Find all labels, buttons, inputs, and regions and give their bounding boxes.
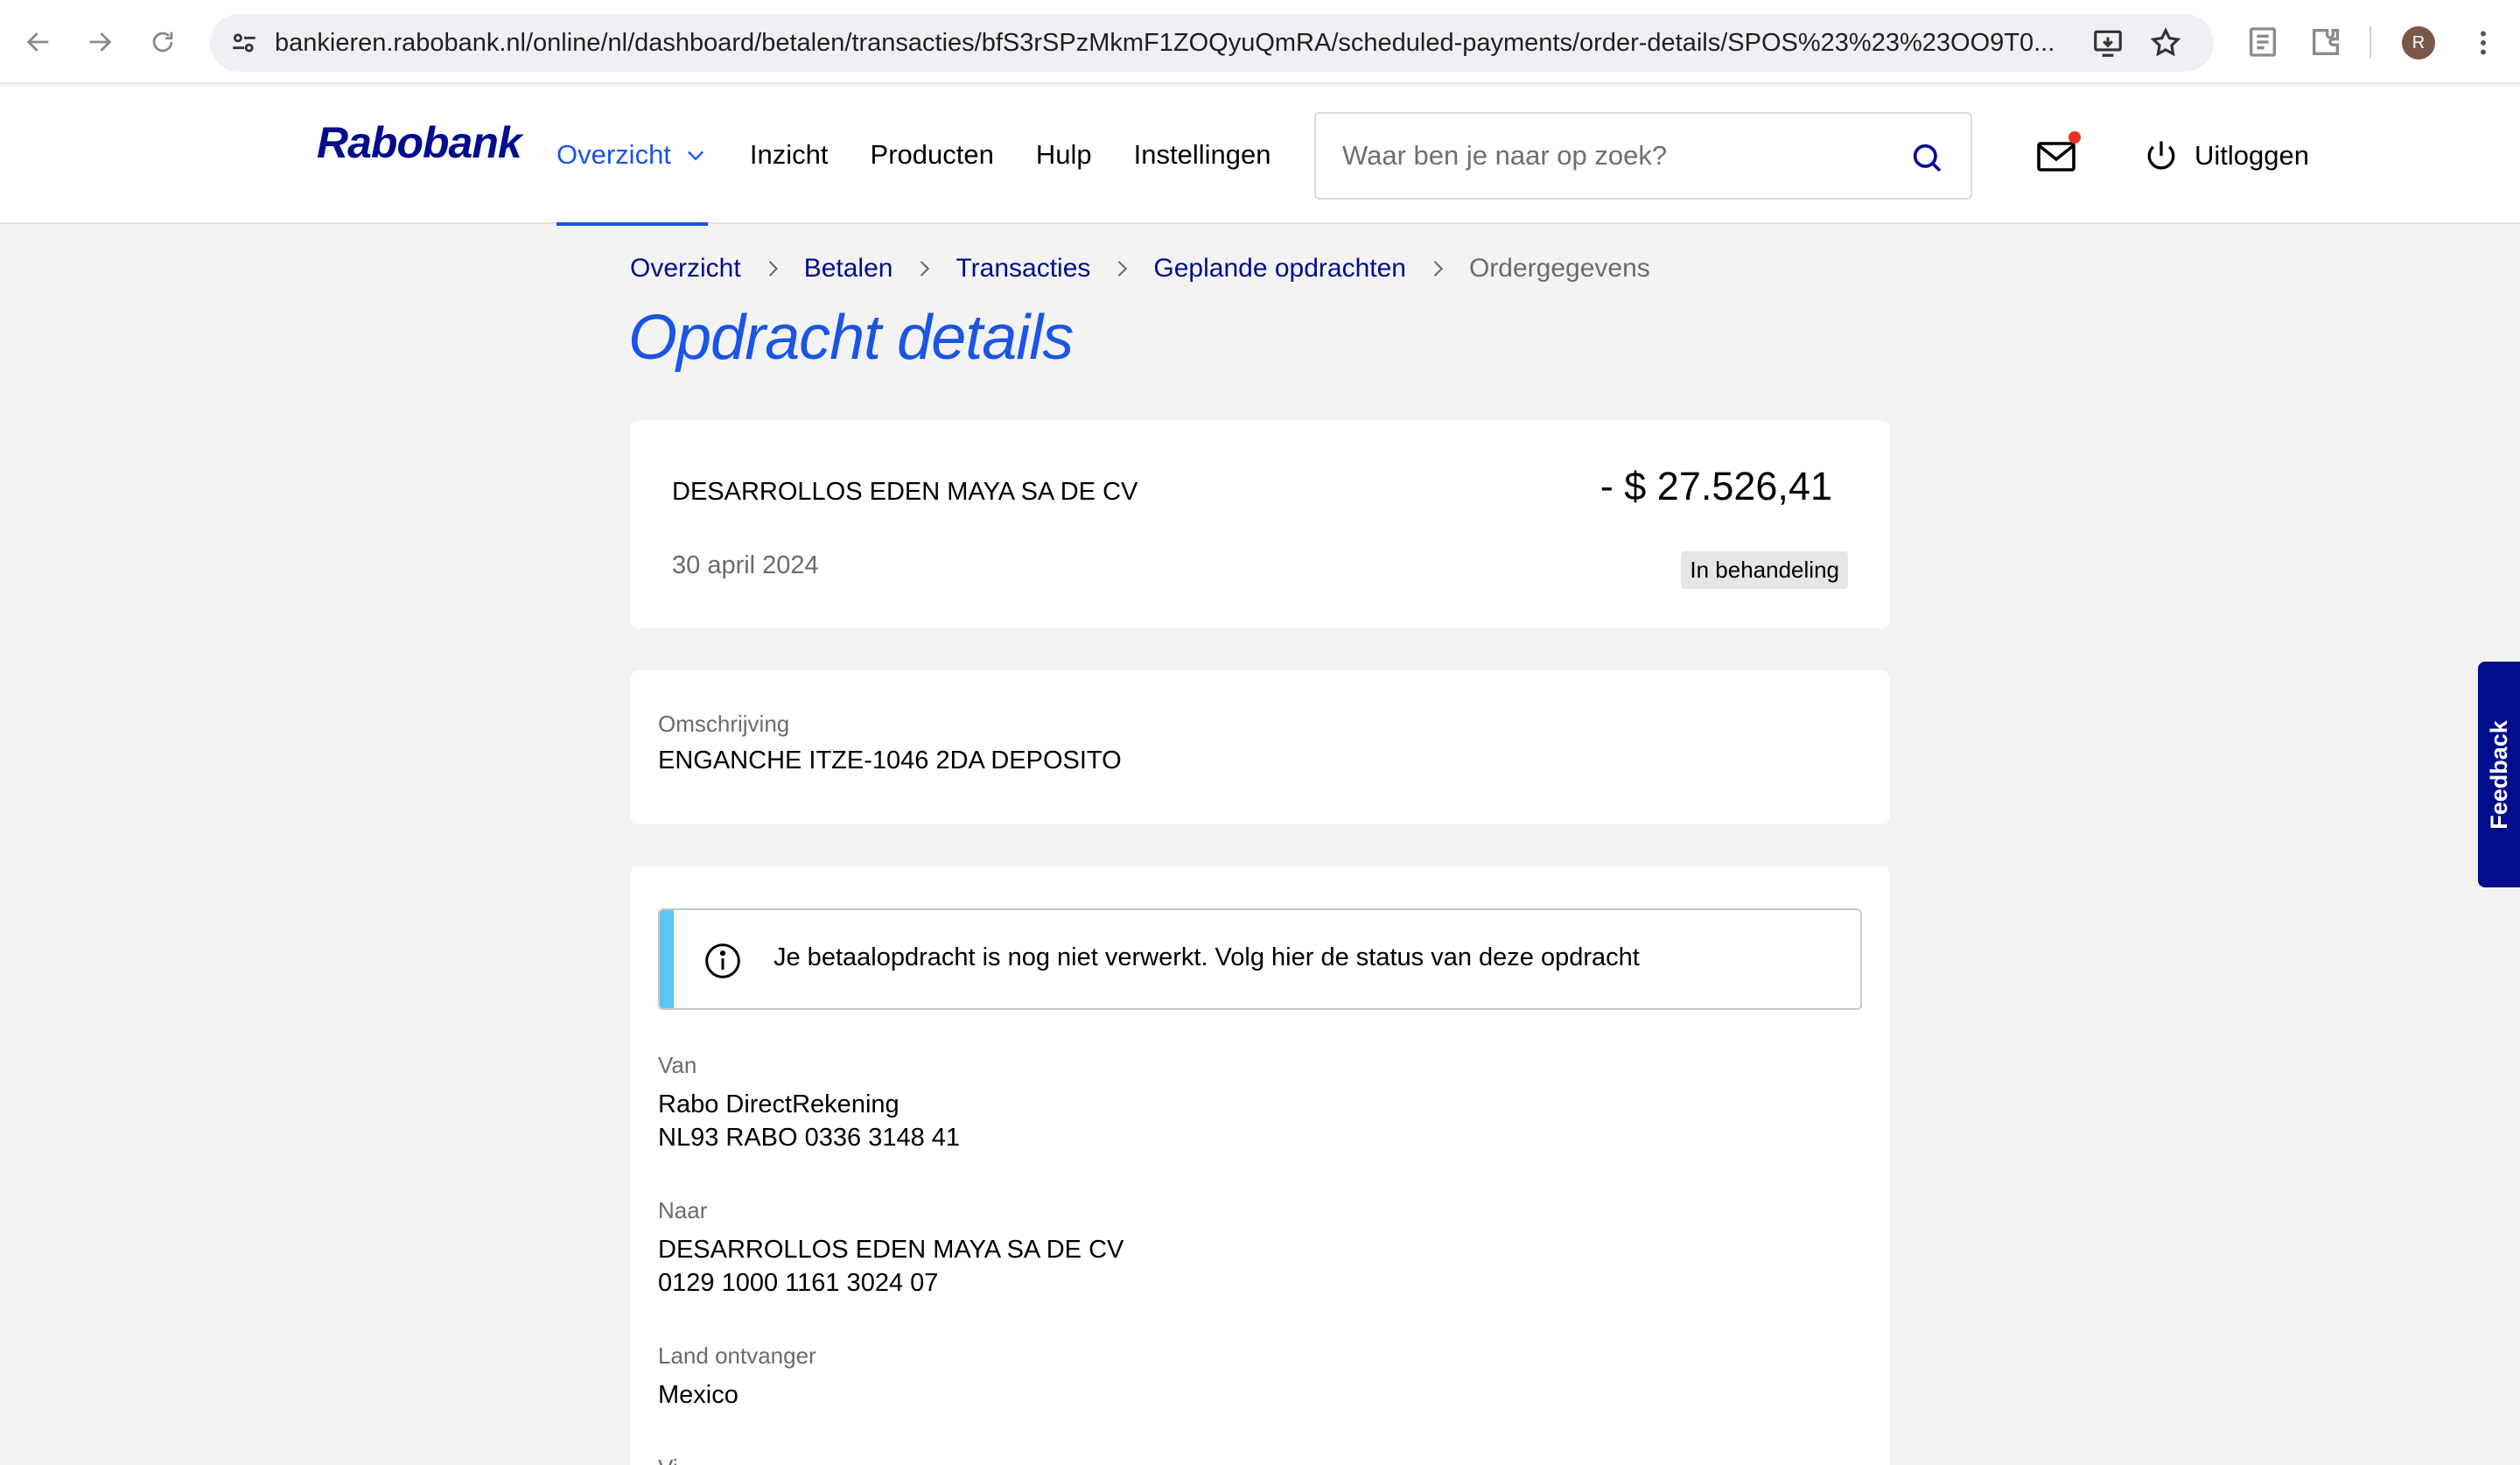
- breadcrumb-betalen[interactable]: Betalen: [804, 254, 893, 284]
- nav-item-producten[interactable]: Producten: [871, 86, 994, 224]
- status-badge: In behandeling: [1681, 551, 1848, 589]
- arrow-left-icon: [26, 32, 49, 52]
- nav-item-label: Overzicht: [556, 139, 671, 170]
- reload-button[interactable]: [144, 23, 182, 61]
- chevron-right-icon: [768, 261, 778, 277]
- breadcrumb-ordergegevens: Ordergegevens: [1468, 254, 1650, 283]
- notice-accent-bar: [660, 910, 674, 1008]
- reload-icon: [152, 32, 173, 53]
- payment-date: 30 april 2024: [672, 551, 819, 579]
- chevron-right-icon: [1118, 261, 1128, 277]
- forward-button[interactable]: [80, 23, 119, 61]
- payment-amount: - $ 27.526,41: [1600, 464, 1832, 508]
- main-navigation: Overzicht Inzicht Producten Hulp Instell…: [556, 86, 1312, 226]
- from-iban: NL93 RABO 0336 3148 41: [658, 1124, 961, 1152]
- to-label: Naar: [658, 1197, 708, 1223]
- payment-summary-card: DESARROLLOS EDEN MAYA SA DE CV - $ 27.52…: [630, 420, 1890, 628]
- feedback-label: Feedback: [2485, 719, 2512, 830]
- breadcrumb: Overzicht Betalen Transacties Geplande o…: [630, 254, 1650, 284]
- from-account-name: Rabo DirectRekening: [658, 1090, 900, 1118]
- breadcrumb-overzicht[interactable]: Overzicht: [630, 254, 741, 284]
- arrow-right-icon: [89, 32, 112, 52]
- description-label: Omschrijving: [658, 711, 790, 737]
- nav-item-hulp[interactable]: Hulp: [1036, 86, 1092, 224]
- more-menu-icon[interactable]: [2468, 26, 2499, 60]
- payment-details-card: Je betaalopdracht is nog niet verwerkt. …: [630, 866, 1890, 1465]
- page-title: Opdracht details: [628, 303, 1074, 373]
- recipient-country-field: Land ontvanger Mexico: [658, 1342, 816, 1412]
- toolbar-divider: [2370, 26, 2371, 58]
- site-header: Rabobank Overzicht Inzicht Producten Hul…: [0, 86, 2520, 226]
- site-search: [1314, 112, 1972, 200]
- breadcrumb-transacties[interactable]: Transacties: [956, 254, 1090, 284]
- from-account-field: Van Rabo DirectRekening NL93 RABO 0336 3…: [658, 1052, 960, 1154]
- to-name: DESARROLLOS EDEN MAYA SA DE CV: [658, 1236, 1124, 1264]
- search-icon[interactable]: [1909, 140, 1944, 175]
- from-label: Van: [658, 1052, 697, 1078]
- chevron-right-icon: [1433, 261, 1444, 277]
- breadcrumb-geplande-opdrachten[interactable]: Geplande opdrachten: [1153, 254, 1406, 284]
- logout-label: Uitloggen: [2194, 140, 2309, 171]
- nav-item-overzicht[interactable]: Overzicht: [556, 86, 708, 226]
- search-input[interactable]: [1342, 114, 1894, 198]
- notice-message: Je betaalopdracht is nog niet verwerkt. …: [774, 943, 1640, 971]
- url-text[interactable]: bankieren.rabobank.nl/online/nl/dashboar…: [275, 14, 2090, 72]
- chevron-right-icon: [920, 261, 930, 277]
- power-icon: [2147, 141, 2175, 170]
- info-icon: [705, 943, 740, 978]
- country-label: Land ontvanger: [658, 1342, 816, 1369]
- unread-indicator: [2068, 131, 2081, 144]
- to-account-field: Naar DESARROLLOS EDEN MAYA SA DE CV 0129…: [658, 1197, 1124, 1300]
- rabobank-logo[interactable]: Rabobank: [317, 117, 522, 168]
- chevron-down-icon: [687, 151, 704, 161]
- next-field: Vi: [658, 1454, 678, 1465]
- back-button[interactable]: [19, 23, 58, 61]
- payee-name: DESARROLLOS EDEN MAYA SA DE CV: [672, 478, 1138, 506]
- extensions-icon[interactable]: [2308, 25, 2343, 60]
- next-field-label: Vi: [658, 1454, 678, 1465]
- bookmark-star-icon[interactable]: [2149, 26, 2182, 60]
- description-card: Omschrijving ENGANCHE ITZE-1046 2DA DEPO…: [630, 670, 1890, 824]
- reading-mode-icon[interactable]: [2245, 25, 2280, 60]
- feedback-tab[interactable]: Feedback: [2478, 662, 2520, 887]
- browser-toolbar: bankieren.rabobank.nl/online/nl/dashboar…: [0, 0, 2520, 84]
- site-settings-icon[interactable]: [229, 28, 259, 58]
- logout-button[interactable]: Uitloggen: [2142, 130, 2309, 182]
- nav-item-inzicht[interactable]: Inzicht: [750, 86, 829, 224]
- nav-item-instellingen[interactable]: Instellingen: [1134, 86, 1271, 224]
- status-notice[interactable]: Je betaalopdracht is nog niet verwerkt. …: [658, 908, 1862, 1010]
- to-account-number: 0129 1000 1161 3024 07: [658, 1269, 939, 1297]
- profile-avatar[interactable]: R: [2402, 26, 2435, 60]
- country-value: Mexico: [658, 1381, 738, 1409]
- description-value: ENGANCHE ITZE-1046 2DA DEPOSITO: [658, 747, 1122, 775]
- address-bar[interactable]: bankieren.rabobank.nl/online/nl/dashboar…: [210, 14, 2214, 72]
- messages-button[interactable]: [2035, 131, 2081, 175]
- install-app-icon[interactable]: [2091, 26, 2124, 60]
